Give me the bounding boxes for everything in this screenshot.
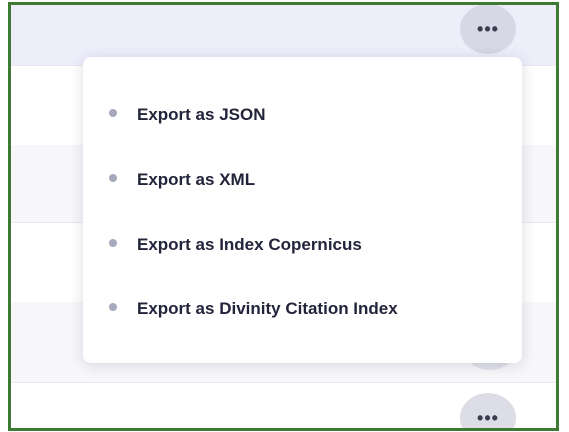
screenshot-frame: ••• ••• Export as JSON Export as XML Exp…: [8, 2, 559, 431]
export-menu: Export as JSON Export as XML Export as I…: [83, 57, 522, 363]
export-xml-menu-item[interactable]: Export as XML: [109, 163, 512, 197]
bullet-icon: [109, 174, 117, 182]
more-horizontal-icon: •••: [477, 18, 499, 39]
menu-item-label: Export as Divinity Citation Index: [137, 299, 398, 318]
bullet-icon: [109, 109, 117, 117]
export-index-copernicus-menu-item[interactable]: Export as Index Copernicus: [109, 228, 512, 262]
export-divinity-citation-index-menu-item[interactable]: Export as Divinity Citation Index: [109, 292, 512, 326]
bullet-icon: [109, 303, 117, 311]
menu-item-label: Export as JSON: [137, 105, 266, 124]
bullet-icon: [109, 239, 117, 247]
menu-item-label: Export as Index Copernicus: [137, 235, 362, 254]
more-actions-button[interactable]: •••: [460, 5, 516, 54]
export-json-menu-item[interactable]: Export as JSON: [109, 98, 512, 132]
menu-item-label: Export as XML: [137, 170, 256, 189]
more-horizontal-icon: •••: [477, 407, 499, 428]
